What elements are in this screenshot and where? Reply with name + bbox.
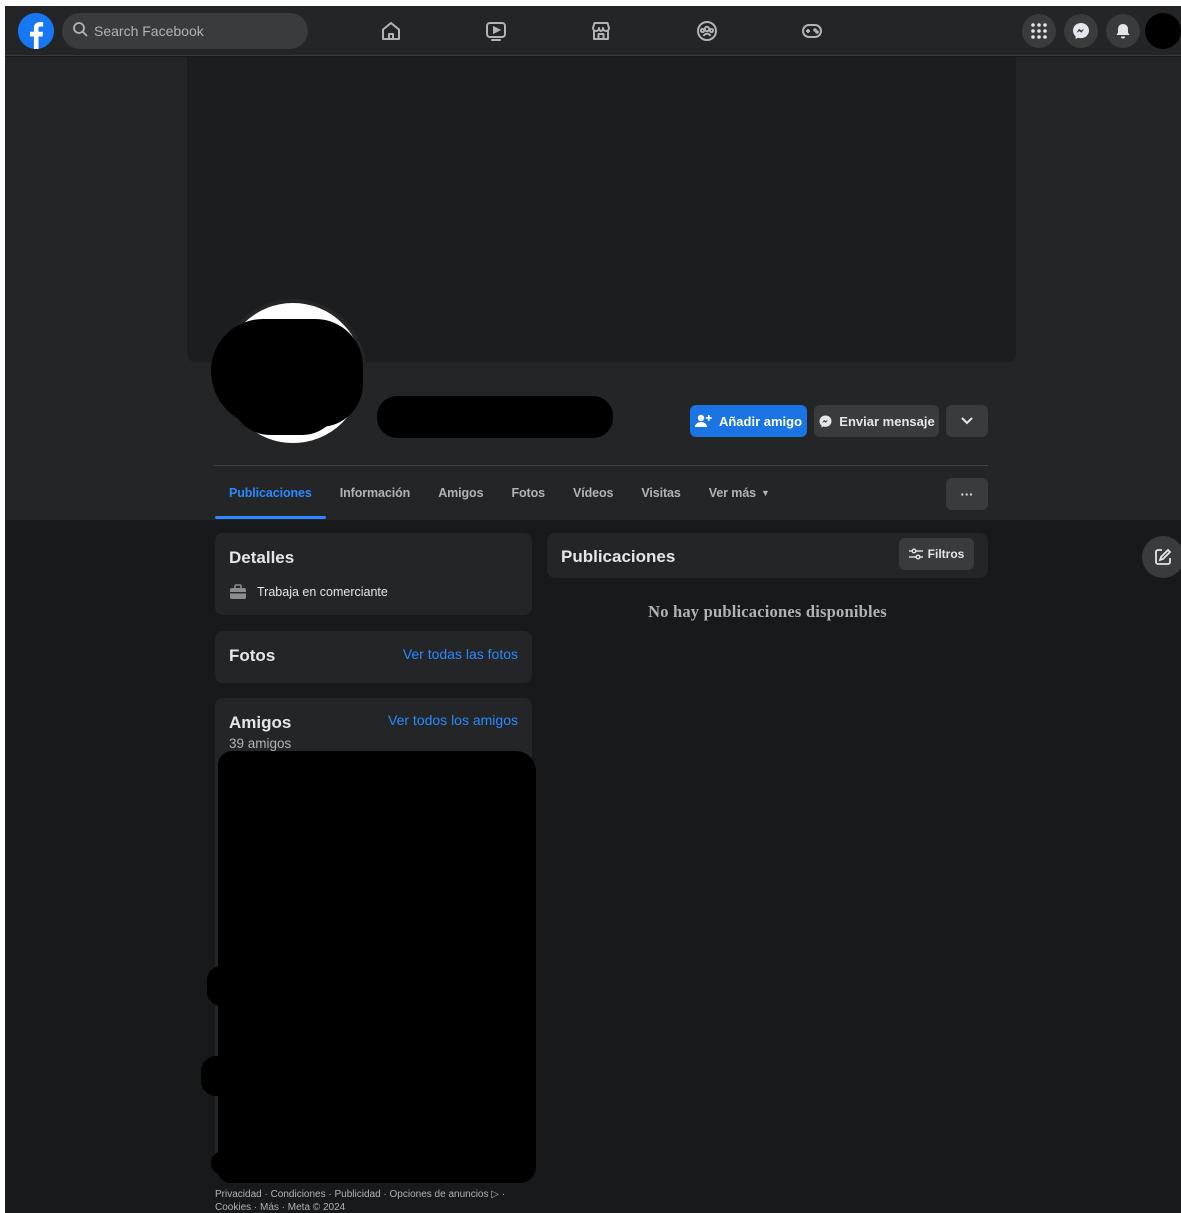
tab-label: Vídeos	[572, 486, 614, 500]
tab-ver-mas[interactable]: Ver más ▼	[695, 467, 784, 519]
facebook-profile-page: Añadir amigo Enviar mensaje Publicacione…	[5, 6, 1181, 1213]
tab-label: Amigos	[438, 486, 484, 500]
details-card: Detalles Trabaja en comerciante	[215, 533, 532, 615]
tab-videos[interactable]: Vídeos	[559, 467, 627, 519]
marketplace-icon[interactable]	[586, 16, 616, 46]
menu-grid-icon[interactable]	[1022, 14, 1056, 48]
filters-label: Filtros	[927, 547, 965, 561]
redaction-mark	[231, 357, 341, 435]
header-divider	[214, 465, 988, 466]
tab-fotos[interactable]: Fotos	[497, 467, 559, 519]
more-options-label: ···	[960, 486, 974, 502]
search-icon	[72, 21, 88, 42]
tab-label: Información	[339, 486, 411, 500]
friends-count: 39 amigos	[229, 736, 292, 751]
photos-card: Fotos Ver todas las fotos	[215, 631, 532, 683]
send-message-button[interactable]: Enviar mensaje	[814, 405, 939, 437]
profile-name-redacted	[377, 396, 613, 438]
work-info: Trabaja en comerciante	[257, 585, 388, 599]
briefcase-icon	[229, 584, 247, 605]
footer-links-line-2[interactable]: Cookies · Más · Meta © 2024	[215, 1201, 535, 1213]
posts-title: Publicaciones	[561, 547, 676, 566]
groups-icon[interactable]	[692, 16, 722, 46]
facebook-logo-icon[interactable]	[18, 13, 54, 49]
tab-publicaciones[interactable]: Publicaciones	[215, 467, 326, 519]
messenger-icon	[819, 415, 832, 427]
redaction-mark	[207, 966, 237, 1006]
redaction-mark	[268, 319, 326, 359]
notifications-bell-icon[interactable]	[1106, 14, 1140, 48]
add-friend-button[interactable]: Añadir amigo	[690, 405, 807, 437]
footer-links-line-1[interactable]: Privacidad · Condiciones · Publicidad · …	[215, 1188, 535, 1201]
tab-visitas[interactable]: Visitas	[627, 467, 694, 519]
search-bar[interactable]	[62, 13, 308, 49]
more-options-button[interactable]: ···	[946, 478, 988, 510]
friends-grid-redacted	[218, 751, 536, 1183]
messenger-icon[interactable]	[1064, 14, 1098, 48]
profile-options-dropdown[interactable]	[946, 405, 988, 437]
friends-title: Amigos	[229, 713, 292, 732]
redaction-mark	[211, 1151, 246, 1175]
tab-amigos[interactable]: Amigos	[424, 467, 497, 519]
tab-label: Publicaciones	[229, 486, 312, 500]
chevron-down-icon	[961, 417, 973, 425]
filters-button[interactable]: Filtros	[899, 538, 974, 570]
redaction-mark	[201, 1056, 231, 1096]
compose-icon	[1155, 548, 1172, 565]
account-avatar[interactable]	[1145, 13, 1181, 49]
no-posts-message: No hay publicaciones disponibles	[648, 602, 887, 621]
add-friend-label: Añadir amigo	[718, 413, 803, 429]
send-message-label: Enviar mensaje	[839, 413, 935, 429]
profile-tabs: Publicaciones Información Amigos Fotos V…	[215, 467, 784, 519]
see-all-friends-link[interactable]: Ver todos los amigos	[388, 712, 518, 728]
sliders-icon	[908, 548, 923, 560]
search-input[interactable]	[94, 23, 284, 39]
tab-label: Visitas	[641, 486, 681, 500]
details-title: Detalles	[229, 548, 295, 567]
caret-down-icon: ▼	[761, 488, 770, 498]
watch-icon[interactable]	[481, 16, 511, 46]
tab-label: Fotos	[511, 486, 545, 500]
home-icon[interactable]	[376, 16, 406, 46]
new-message-button[interactable]	[1142, 536, 1181, 578]
page-footer: Privacidad · Condiciones · Publicidad · …	[215, 1188, 535, 1213]
tab-informacion[interactable]: Información	[326, 467, 424, 519]
top-navigation-bar	[5, 6, 1181, 56]
gaming-icon[interactable]	[797, 16, 827, 46]
tab-label: Ver más	[708, 486, 757, 500]
profile-header: Añadir amigo Enviar mensaje Publicacione…	[5, 57, 1181, 520]
photos-title: Fotos	[229, 646, 276, 665]
see-all-photos-link[interactable]: Ver todas las fotos	[403, 646, 518, 662]
add-person-icon	[694, 414, 712, 427]
